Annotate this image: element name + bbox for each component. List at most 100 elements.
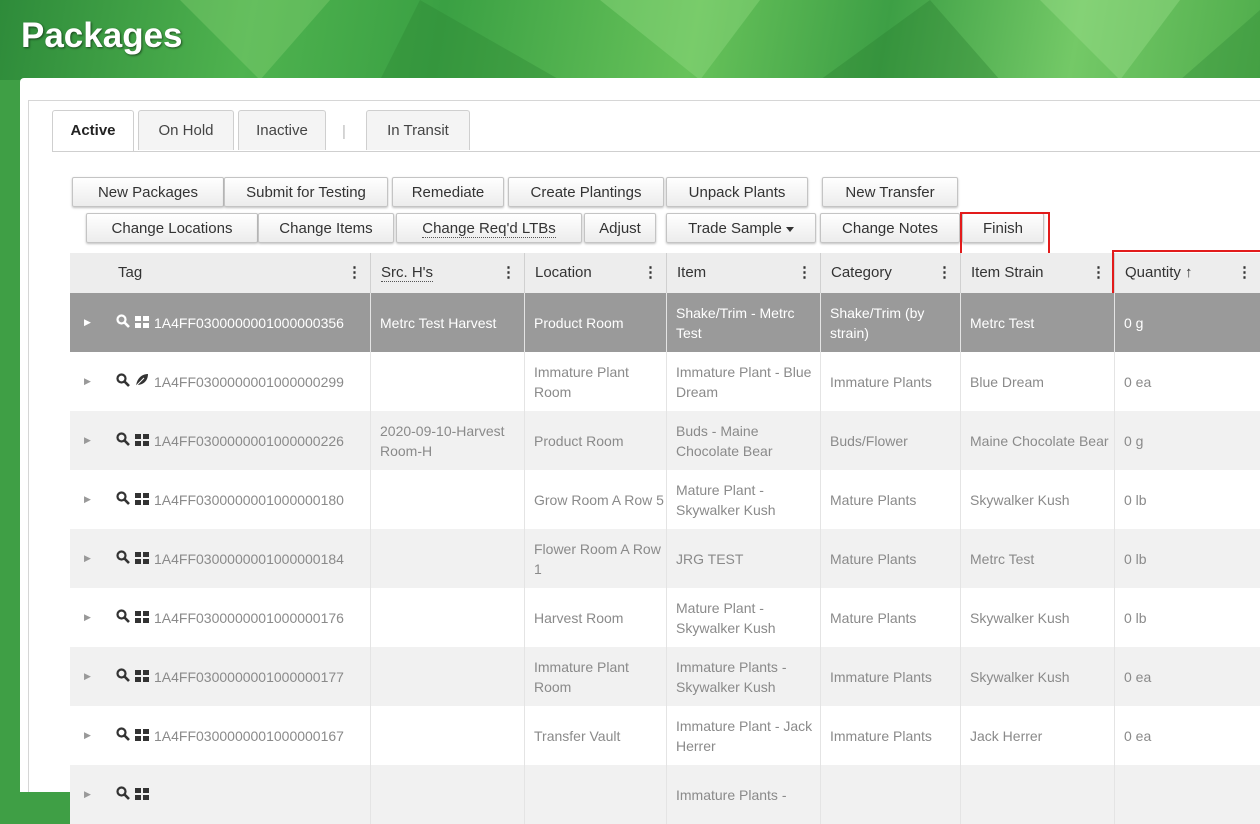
tab-underline [52,151,1260,152]
src-hs-cell [370,352,524,411]
location-cell: Grow Room A Row 5 [534,491,664,508]
table-row[interactable]: ▶ 1A4FF0300000001000000176 Harvest Room Mat… [70,588,1260,647]
item-strain-cell: Metrc Test [970,314,1035,331]
category-cell: Mature Plants [830,609,917,626]
expand-row-icon[interactable]: ▶ [84,529,91,588]
magnifier-icon[interactable] [116,786,130,803]
location-cell: Transfer Vault [534,727,621,744]
column-menu-icon[interactable]: ⋮ [797,253,812,293]
tag-number: 1A4FF0300000001000000226 [154,432,344,449]
change-locations-button[interactable]: Change Locations [86,213,258,243]
table-row[interactable]: ▶ 1A4FF0300000001000000167 Transfer Vault I… [70,706,1260,765]
tag-number: 1A4FF0300000001000000184 [154,550,344,567]
page-title: Packages [21,16,183,55]
column-header-location[interactable]: Location ⋮ [524,253,666,293]
magnifier-icon[interactable] [116,609,130,626]
quantity-cell: 0 g [1124,432,1144,449]
category-cell: Immature Plants [830,727,932,744]
column-menu-icon[interactable]: ⋮ [501,253,516,293]
left-border [0,80,20,798]
column-label-src-hs: Src. H's [381,264,434,282]
expand-row-icon[interactable]: ▶ [84,293,91,352]
change-notes-button[interactable]: Change Notes [820,213,960,243]
remediate-button[interactable]: Remediate [392,177,504,207]
table-row[interactable]: ▶ 1A4FF0300000001000000299 Immature Plant … [70,352,1260,411]
magnifier-icon[interactable] [116,373,130,390]
tag-number: 1A4FF0300000001000000356 [154,314,344,331]
column-header-item-strain[interactable]: Item Strain ⋮ [960,253,1114,293]
item-cell: Immature Plants - Skywalker Kush [676,658,787,695]
item-cell: Buds - Maine Chocolate Bear [676,422,773,459]
location-cell [524,765,666,824]
location-cell: Immature Plant Room [534,658,629,695]
grid-header: Tag ⋮ Src. H's ⋮ Location ⋮ Item ⋮ Category ⋮… [70,253,1260,294]
submit-for-testing-button[interactable]: Submit for Testing [224,177,388,207]
leaf-icon [135,373,149,390]
column-menu-icon[interactable]: ⋮ [643,253,658,293]
expand-row-icon[interactable]: ▶ [84,588,91,647]
tag-cell: 1A4FF0300000001000000167 [116,706,344,765]
tab-on-hold[interactable]: On Hold [138,110,234,150]
magnifier-icon[interactable] [116,727,130,744]
table-row[interactable]: ▶ 1A4FF0300000001000000180 Grow Room A Row… [70,470,1260,529]
column-menu-icon[interactable]: ⋮ [1091,253,1106,293]
tab-in-transit[interactable]: In Transit [366,110,470,150]
adjust-button[interactable]: Adjust [584,213,656,243]
column-label-category: Category [831,264,892,281]
quantity-cell: 0 lb [1124,550,1147,567]
quantity-cell: 0 lb [1124,609,1147,626]
expand-row-icon[interactable]: ▶ [84,470,91,529]
expand-row-icon[interactable]: ▶ [84,706,91,765]
expand-row-icon[interactable]: ▶ [84,411,91,470]
expand-row-icon[interactable]: ▶ [84,352,91,411]
magnifier-icon[interactable] [116,314,130,331]
magnifier-icon[interactable] [116,432,130,449]
item-strain-cell [960,765,1114,824]
magnifier-icon[interactable] [116,668,130,685]
column-menu-icon[interactable]: ⋮ [347,253,362,293]
new-packages-button[interactable]: New Packages [72,177,224,207]
table-row[interactable]: ▶ 1A4FF0300000001000000184 Flower Room A R… [70,529,1260,588]
table-row[interactable]: ▶ 1A4FF0300000001000000177 Immature Plant … [70,647,1260,706]
item-strain-cell: Jack Herrer [970,727,1043,744]
column-header-item[interactable]: Item ⋮ [666,253,820,293]
tab-inactive[interactable]: Inactive [238,110,326,150]
column-menu-icon[interactable]: ⋮ [937,253,952,293]
barcode-icon [135,492,149,508]
category-cell: Shake/Trim (by strain) [830,304,925,341]
column-header-tag[interactable]: Tag ⋮ [108,253,370,293]
item-strain-cell: Skywalker Kush [970,491,1070,508]
expand-row-icon[interactable]: ▶ [84,647,91,706]
column-label-item-strain: Item Strain [971,264,1044,281]
table-row[interactable]: ▶ 1A4FF0300000001000000226 2020-09-10-Harv… [70,411,1260,470]
location-cell: Harvest Room [534,609,624,626]
location-cell: Product Room [534,314,624,331]
barcode-icon [135,551,149,567]
tag-cell: 1A4FF0300000001000000184 [116,529,344,588]
column-header-src-hs[interactable]: Src. H's ⋮ [370,253,524,293]
tab-active[interactable]: Active [52,110,134,152]
column-label-location: Location [535,264,592,281]
src-hs-cell [370,647,524,706]
create-plantings-button[interactable]: Create Plantings [508,177,664,207]
trade-sample-label: Trade Sample [688,220,782,237]
quantity-cell: 0 g [1124,314,1144,331]
tag-cell: 1A4FF0300000001000000180 [116,470,344,529]
expand-row-icon[interactable]: ▶ [84,765,91,824]
new-transfer-button[interactable]: New Transfer [822,177,958,207]
table-row[interactable]: ▶ 1A4FF0300000001000000356 Metrc Test Harv… [70,293,1260,352]
item-strain-cell: Metrc Test [970,550,1035,567]
unpack-plants-button[interactable]: Unpack Plants [666,177,808,207]
trade-sample-dropdown[interactable]: Trade Sample [666,213,816,243]
magnifier-icon[interactable] [116,491,130,508]
barcode-icon [135,433,149,449]
change-items-button[interactable]: Change Items [258,213,394,243]
src-hs-cell [370,529,524,588]
column-header-category[interactable]: Category ⋮ [820,253,960,293]
magnifier-icon[interactable] [116,550,130,567]
tag-number: 1A4FF0300000001000000177 [154,668,344,685]
tag-number: 1A4FF0300000001000000167 [154,727,344,744]
table-row[interactable]: ▶ Immature Plants - [70,765,1260,824]
change-reqd-ltbs-button[interactable]: Change Req'd LTBs [396,213,582,243]
src-hs-cell [370,765,524,824]
